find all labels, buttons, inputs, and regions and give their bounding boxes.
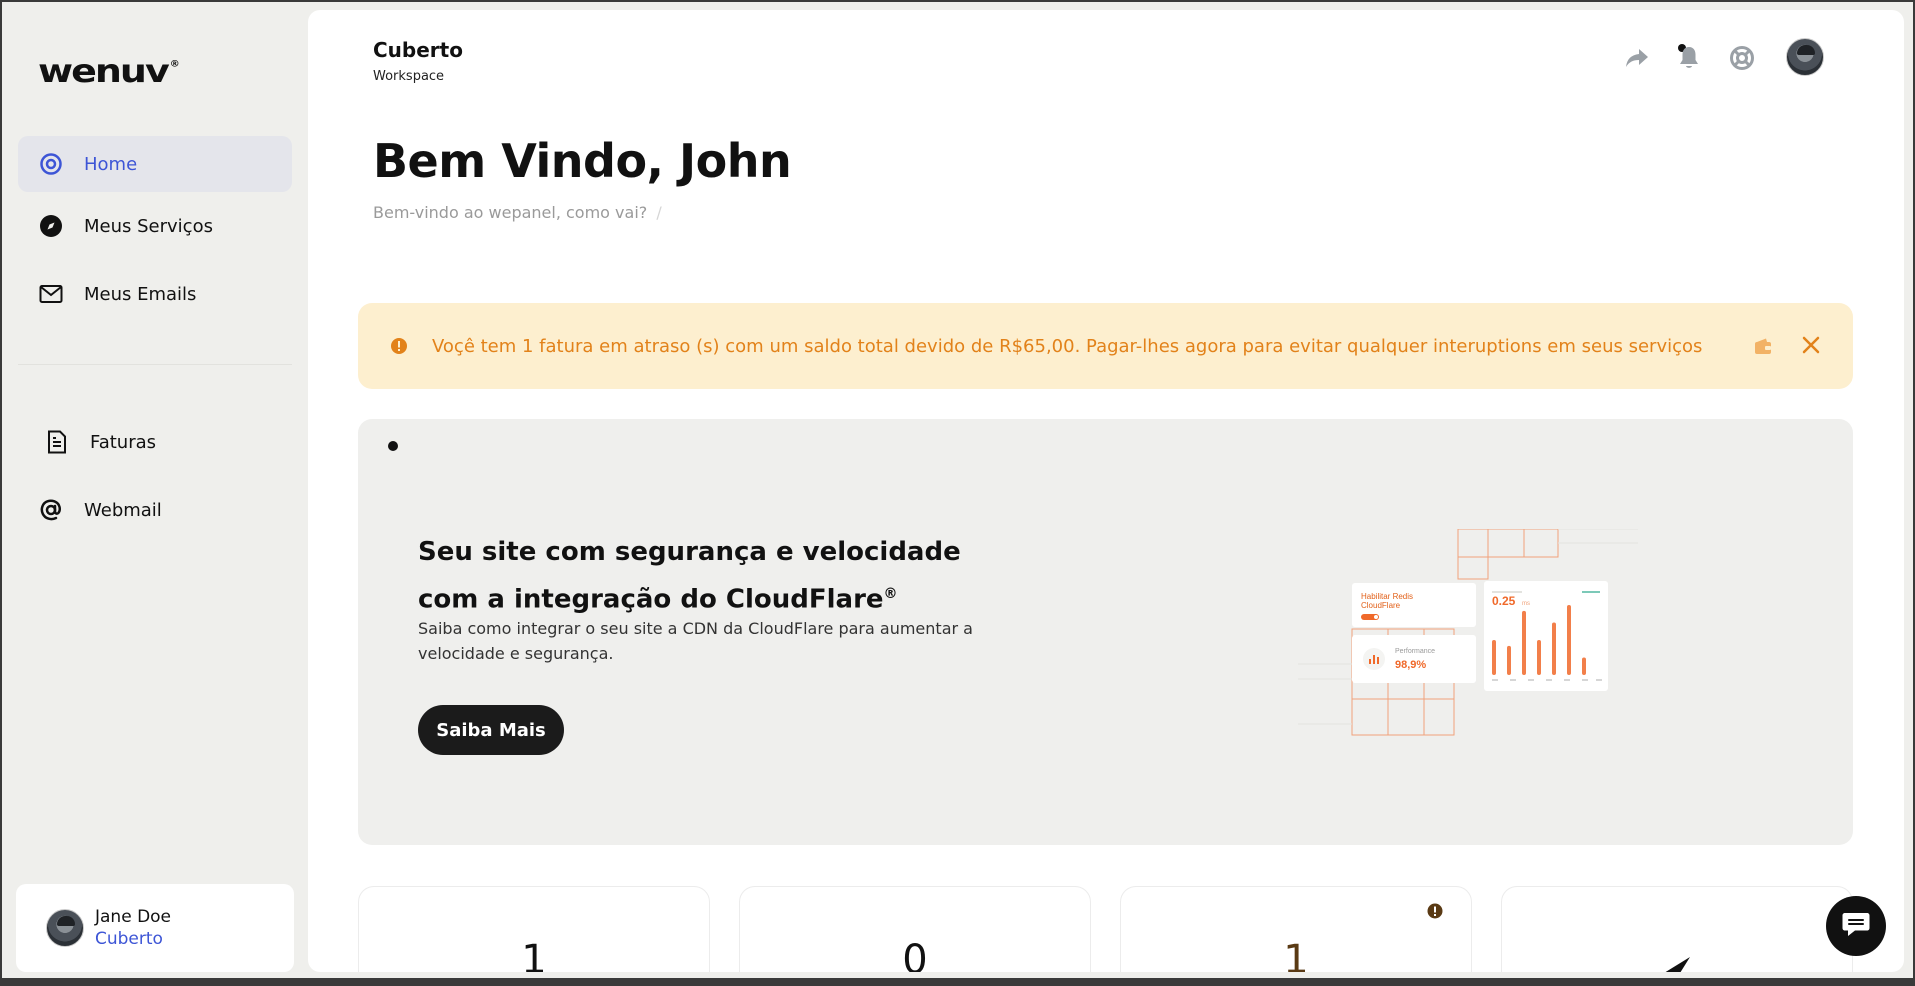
- sidebar-item-label: Faturas: [90, 431, 157, 453]
- user-org[interactable]: Cuberto: [95, 929, 171, 949]
- stat-value: 1: [521, 937, 547, 972]
- sidebar: wenuv ® Home Meus Serviços Meus Emails Fa…: [2, 2, 306, 978]
- art-bar: [1507, 645, 1511, 675]
- close-icon[interactable]: [1800, 334, 1822, 356]
- page-subtitle: Bem-vindo ao wepanel, como vai? /: [373, 203, 662, 222]
- stat-card[interactable]: 1: [358, 886, 710, 972]
- workspace-label: Workspace: [373, 69, 445, 84]
- svg-text:0.25: 0.25: [1492, 594, 1516, 608]
- chat-button[interactable]: [1826, 896, 1886, 956]
- stat-value: 1: [1283, 937, 1309, 972]
- sidebar-item-meus-servicos[interactable]: Meus Serviços: [18, 198, 292, 254]
- at-icon: [38, 497, 64, 523]
- sidebar-item-label: Webmail: [84, 499, 162, 521]
- svg-text:98,9%: 98,9%: [1395, 659, 1426, 671]
- art-card1-title: Habilitar Redis: [1361, 592, 1413, 601]
- art-bar: [1552, 622, 1556, 675]
- alert-message: Voçê tem 1 fatura em atraso (s) com um s…: [432, 335, 1703, 357]
- sidebar-item-meus-emails[interactable]: Meus Emails: [18, 266, 292, 322]
- sidebar-item-label: Meus Serviços: [84, 215, 213, 237]
- compass-icon: [38, 213, 64, 239]
- carousel-dot[interactable]: [388, 441, 398, 451]
- wallet-icon[interactable]: [1753, 336, 1773, 356]
- sidebar-item-label: Home: [84, 153, 138, 175]
- sidebar-item-webmail[interactable]: Webmail: [18, 482, 292, 538]
- sidebar-divider: [18, 364, 292, 365]
- invoice-icon: [44, 429, 70, 455]
- saiba-mais-button[interactable]: Saiba Mais: [418, 705, 564, 755]
- chat-icon: [1841, 910, 1871, 942]
- svg-text:ms: ms: [1522, 601, 1530, 607]
- sidebar-item-label: Meus Emails: [84, 283, 197, 305]
- user-info: Jane Doe Cuberto: [95, 907, 171, 949]
- stat-value: 0: [902, 937, 928, 972]
- avatar: [46, 909, 84, 947]
- target-icon: [38, 151, 64, 177]
- art-bar: [1522, 610, 1526, 675]
- art-bar: [1492, 640, 1496, 675]
- warning-icon: [1427, 903, 1445, 921]
- workspace-name[interactable]: Cuberto: [373, 38, 463, 62]
- page-title: Bem Vindo, John: [373, 134, 792, 188]
- sidebar-item-faturas[interactable]: Faturas: [18, 414, 292, 470]
- warning-icon: [390, 337, 408, 355]
- stat-card[interactable]: 1: [1120, 886, 1472, 972]
- bell-icon[interactable]: [1671, 40, 1707, 76]
- sidebar-item-home[interactable]: Home: [18, 136, 292, 192]
- stat-card[interactable]: 0: [739, 886, 1091, 972]
- art-bar: [1567, 605, 1571, 675]
- user-card[interactable]: Jane Doe Cuberto: [16, 884, 294, 972]
- avatar[interactable]: [1786, 38, 1824, 76]
- share-icon[interactable]: [1619, 40, 1655, 76]
- svg-text:Performance: Performance: [1395, 648, 1435, 655]
- promo-illustration: Habilitar Redis CloudFlare Performance 9…: [1298, 528, 1638, 739]
- stat-card[interactable]: [1501, 886, 1853, 972]
- help-lifebuoy-icon[interactable]: [1724, 40, 1760, 76]
- main-panel: Cuberto Workspace Bem Vindo, John Bem-vi…: [308, 10, 1904, 972]
- logo[interactable]: wenuv ®: [38, 52, 180, 89]
- art-bar: [1582, 657, 1586, 675]
- send-icon: [1662, 955, 1692, 972]
- promo-title: Seu site com segurança e velocidade com …: [418, 537, 961, 615]
- art-bar: [1537, 640, 1541, 675]
- overdue-alert: Voçê tem 1 fatura em atraso (s) com um s…: [358, 303, 1853, 389]
- cloudflare-promo: Seu site com segurança e velocidade com …: [358, 419, 1853, 845]
- svg-text:CloudFlare: CloudFlare: [1361, 601, 1401, 610]
- user-name: Jane Doe: [95, 907, 172, 927]
- mail-icon: [38, 281, 64, 307]
- promo-description: Saiba como integrar o seu site a CDN da …: [418, 619, 973, 663]
